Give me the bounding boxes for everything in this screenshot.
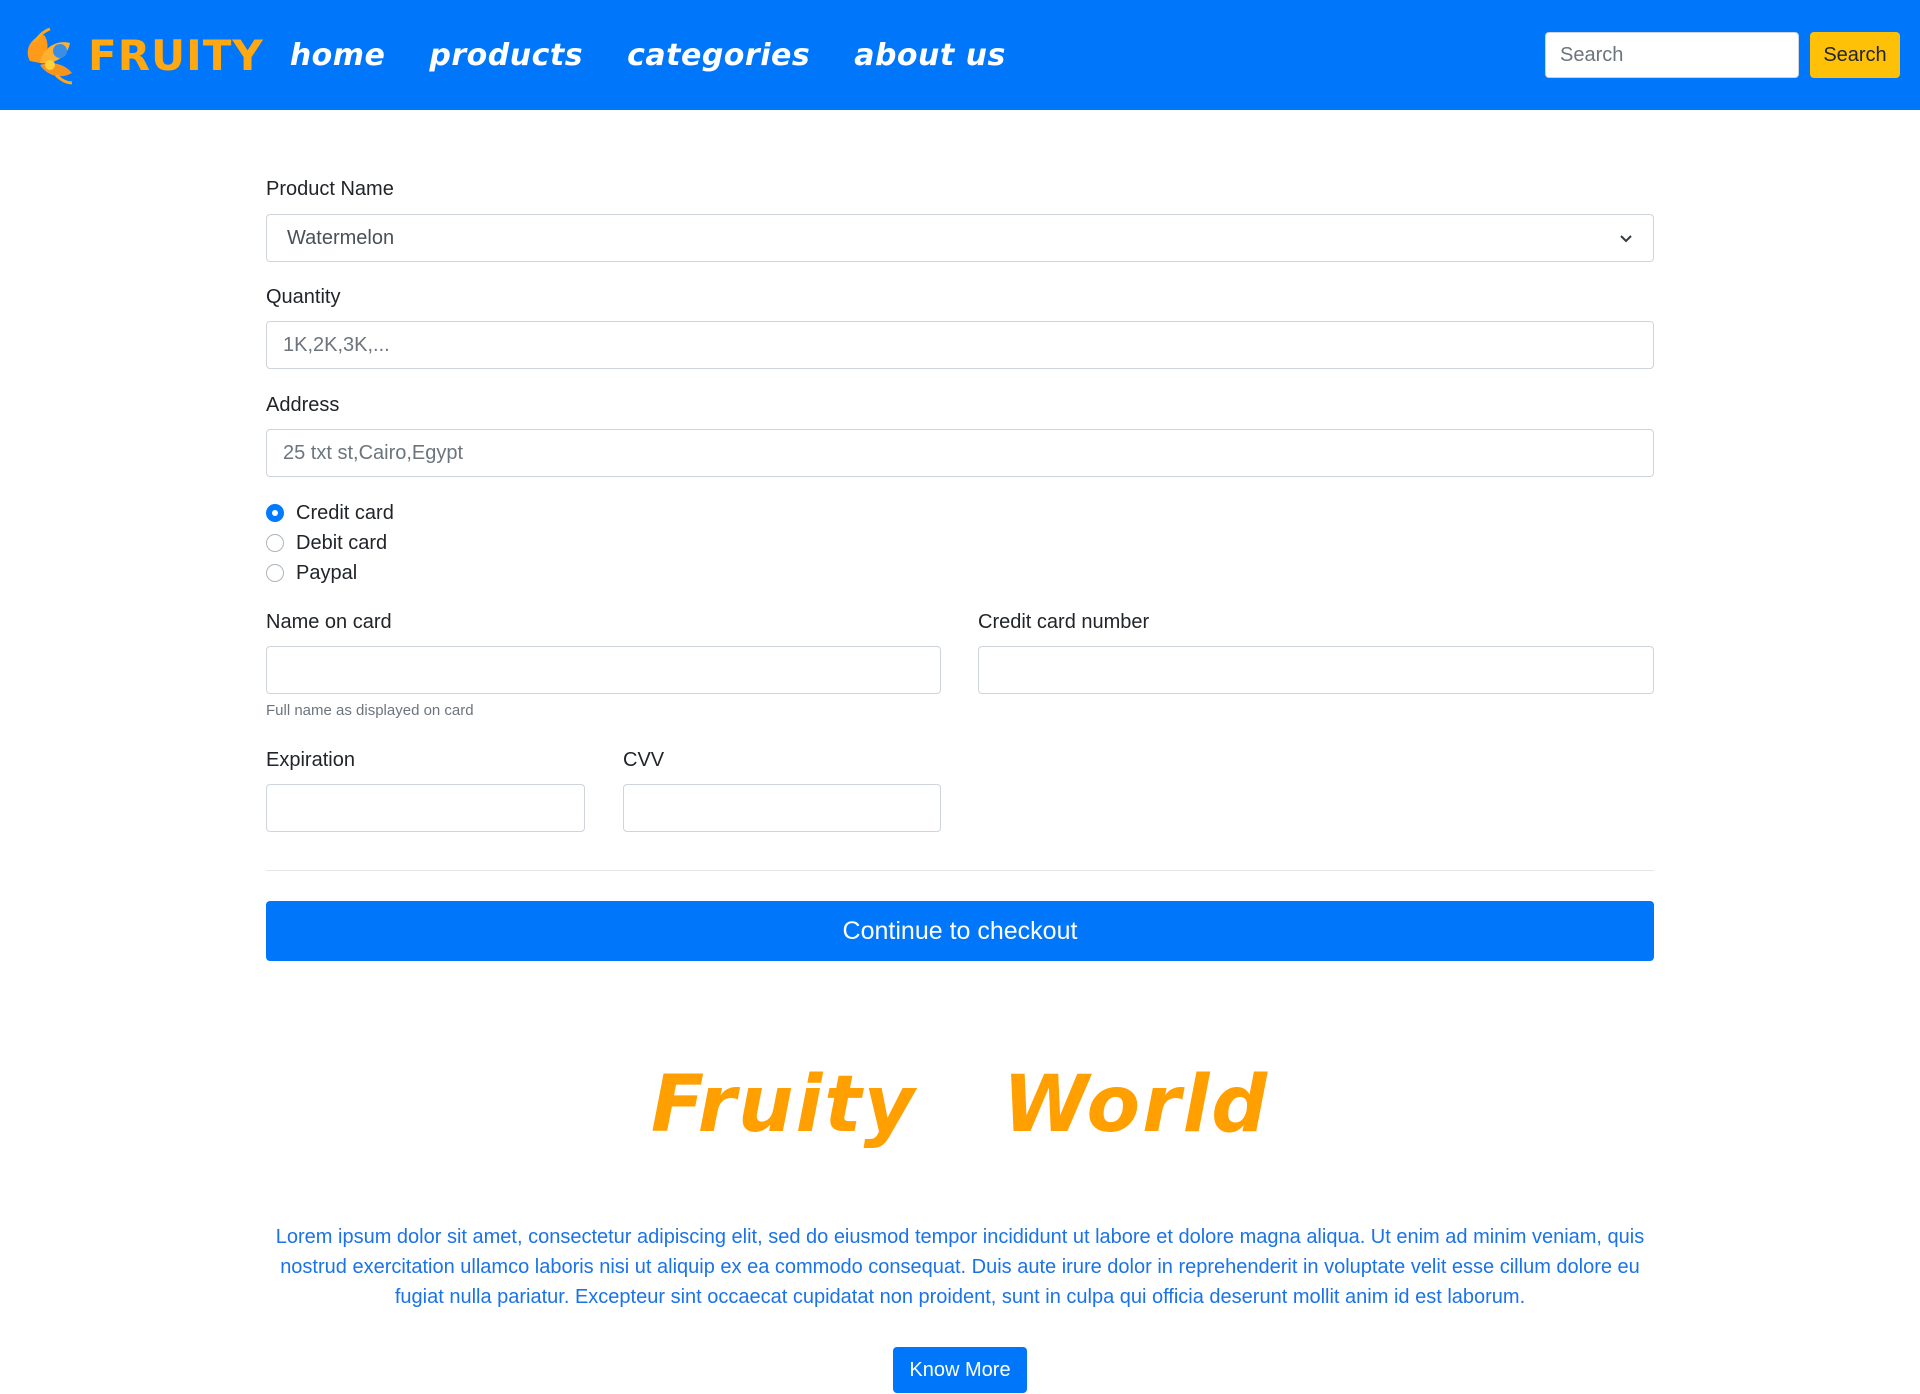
nav-link-home[interactable]: home	[290, 38, 386, 73]
expiration-input[interactable]	[266, 784, 585, 832]
name-on-card-help: Full name as displayed on card	[266, 702, 474, 719]
fruit-logo-icon	[27, 27, 73, 85]
address-placeholder: 25 txt st,Cairo,Egypt	[283, 441, 464, 464]
card-number-input[interactable]	[978, 646, 1654, 694]
chevron-down-icon	[1620, 235, 1632, 243]
product-select-value: Watermelon	[287, 226, 395, 249]
navbar: FRUITY home products categories about us…	[0, 0, 1920, 110]
know-more-button[interactable]: Know More	[893, 1347, 1027, 1393]
payment-option-paypal[interactable]: Paypal	[266, 558, 394, 588]
nav-link-categories[interactable]: categories	[627, 38, 810, 73]
payment-method-group: Credit card Debit card Paypal	[266, 498, 394, 588]
quantity-input[interactable]: 1K,2K,3K,...	[266, 321, 1654, 369]
form-divider	[266, 870, 1654, 871]
brand-link[interactable]: FRUITY	[20, 21, 264, 89]
quantity-label: Quantity	[266, 286, 341, 308]
nav-search: Search	[1545, 32, 1900, 78]
address-label: Address	[266, 394, 340, 416]
cvv-input[interactable]	[623, 784, 941, 832]
radio-label-credit: Credit card	[296, 501, 394, 524]
section-description: Lorem ipsum dolor sit amet, consectetur …	[275, 1226, 1645, 1308]
expiration-label: Expiration	[266, 749, 355, 771]
product-select[interactable]: Watermelon	[266, 214, 1654, 262]
nav-links: home products categories about us	[290, 38, 1050, 73]
name-on-card-label: Name on card	[266, 611, 392, 633]
radio-paypal[interactable]	[266, 564, 284, 582]
address-input[interactable]: 25 txt st,Cairo,Egypt	[266, 429, 1654, 477]
brand-name: FRUITY	[88, 30, 264, 80]
cvv-label: CVV	[623, 749, 665, 771]
product-name-label: Product Name	[266, 178, 394, 200]
radio-label-debit: Debit card	[296, 531, 388, 554]
name-on-card-input[interactable]	[266, 646, 941, 694]
payment-option-credit[interactable]: Credit card	[266, 498, 394, 528]
search-button[interactable]: Search	[1810, 32, 1900, 78]
nav-link-about-us[interactable]: about us	[854, 38, 1006, 73]
nav-link-products[interactable]: products	[429, 38, 583, 73]
payment-option-debit[interactable]: Debit card	[266, 528, 394, 558]
checkout-button[interactable]: Continue to checkout	[266, 901, 1654, 961]
radio-label-paypal: Paypal	[296, 561, 358, 584]
card-number-label: Credit card number	[978, 611, 1150, 633]
radio-debit-card[interactable]	[266, 534, 284, 552]
section-title: Fruity World	[650, 1060, 1270, 1150]
quantity-placeholder: 1K,2K,3K,...	[283, 333, 390, 356]
radio-credit-card[interactable]	[266, 504, 284, 522]
search-input[interactable]	[1545, 32, 1799, 78]
